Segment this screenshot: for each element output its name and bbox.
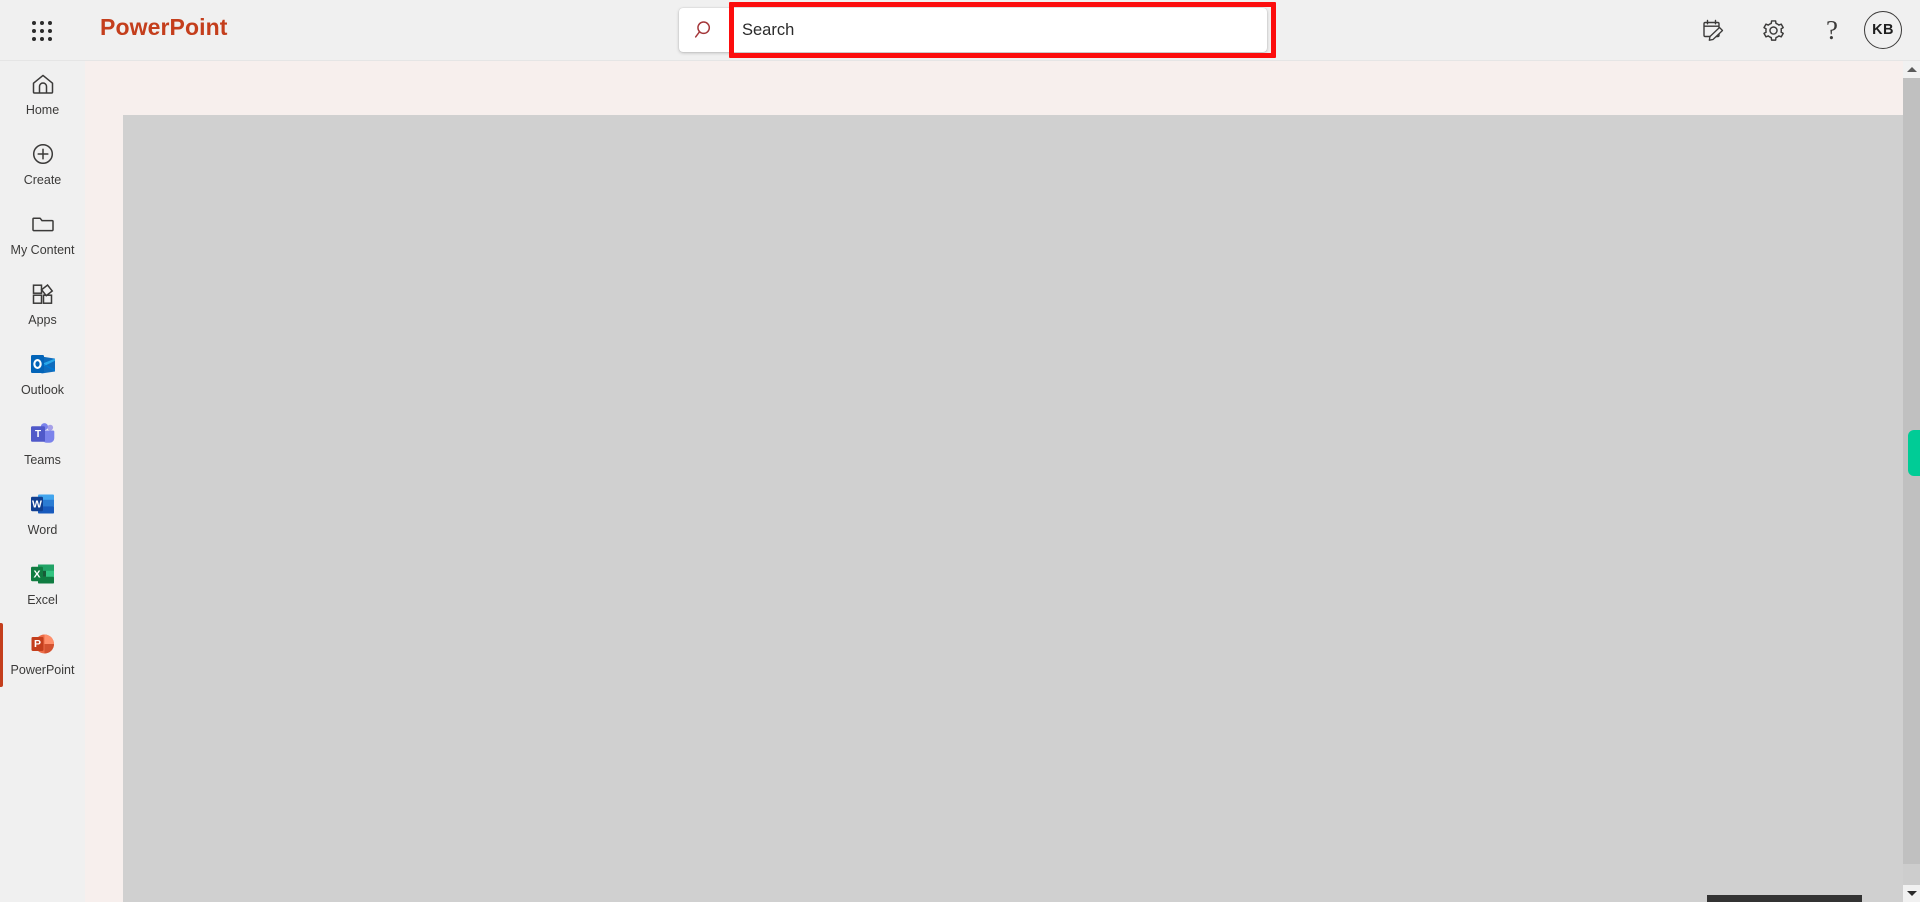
waffle-dot xyxy=(39,20,44,25)
sidebar-item-label: Teams xyxy=(24,453,61,467)
vertical-scrollbar-track[interactable] xyxy=(1903,78,1920,885)
avatar[interactable]: KB xyxy=(1864,11,1902,49)
svg-text:T: T xyxy=(34,429,40,440)
sidebar-item-outlook[interactable]: Outlook xyxy=(0,341,85,411)
svg-text:P: P xyxy=(33,638,40,650)
notes-icon[interactable] xyxy=(1693,10,1733,50)
sidebar-item-label: Home xyxy=(25,103,60,117)
apps-grid-icon xyxy=(30,279,56,309)
scroll-up-arrow[interactable] xyxy=(1903,61,1920,78)
waffle-dot xyxy=(48,20,53,25)
sidebar-item-label: My Content xyxy=(10,243,75,257)
svg-text:X: X xyxy=(33,568,40,580)
sidebar-item-powerpoint[interactable]: P PowerPoint xyxy=(0,621,85,691)
sidebar-item-home[interactable]: Home xyxy=(0,61,85,131)
waffle-dot xyxy=(39,37,44,42)
left-nav-rail: Home Create My Content Apps Outlook T Te… xyxy=(0,61,85,902)
app-header: PowerPoint Search ? KB xyxy=(0,0,1920,61)
excel-icon: X xyxy=(29,559,57,589)
gear-icon[interactable] xyxy=(1753,10,1793,50)
app-title[interactable]: PowerPoint xyxy=(100,14,228,41)
sidebar-item-label: Create xyxy=(23,173,62,187)
waffle-icon[interactable] xyxy=(28,17,56,45)
folder-icon xyxy=(30,209,56,239)
horizontal-scrollbar[interactable] xyxy=(85,893,1903,902)
word-icon: W xyxy=(29,489,57,519)
sidebar-item-label: Excel xyxy=(27,593,58,607)
waffle-dot xyxy=(31,20,36,25)
search-input[interactable] xyxy=(731,9,1267,51)
sidebar-item-label: Word xyxy=(27,523,58,537)
powerpoint-icon: P xyxy=(29,629,57,659)
search-icon[interactable] xyxy=(679,8,731,52)
sidebar-item-teams[interactable]: T Teams xyxy=(0,411,85,481)
powerpoint-web-app: PowerPoint Search ? KB Home Create My Co… xyxy=(0,0,1920,902)
horizontal-scrollbar-thumb[interactable] xyxy=(1707,895,1862,902)
sidebar-item-word[interactable]: W Word xyxy=(0,481,85,551)
svg-text:W: W xyxy=(32,498,42,510)
sidebar-item-create[interactable]: Create xyxy=(0,131,85,201)
teams-icon: T xyxy=(29,419,57,449)
waffle-dot xyxy=(48,37,53,42)
scroll-down-arrow[interactable] xyxy=(1903,885,1920,902)
sidebar-item-label: PowerPoint xyxy=(10,663,75,677)
arrow-up-glyph xyxy=(1906,67,1917,72)
home-icon xyxy=(30,69,56,99)
search-box[interactable] xyxy=(679,8,1267,52)
vertical-scrollbar[interactable] xyxy=(1903,61,1920,902)
outlook-icon xyxy=(29,349,57,379)
arrow-down-glyph xyxy=(1906,891,1917,896)
help-glyph: ? xyxy=(1826,14,1838,45)
waffle-dot xyxy=(31,28,36,33)
waffle-dot xyxy=(48,28,53,33)
plus-circle-icon xyxy=(30,139,56,169)
scroll-position-marker xyxy=(1908,430,1920,476)
sidebar-item-apps[interactable]: Apps xyxy=(0,271,85,341)
content-placeholder-block xyxy=(123,115,1907,902)
main-content-area xyxy=(85,61,1920,902)
sidebar-item-excel[interactable]: X Excel xyxy=(0,551,85,621)
waffle-dot xyxy=(39,28,44,33)
waffle-dot xyxy=(31,37,36,42)
page-background xyxy=(85,61,1907,902)
sidebar-item-label: Apps xyxy=(28,313,57,327)
sidebar-item-label: Outlook xyxy=(20,383,65,397)
help-icon[interactable]: ? xyxy=(1812,10,1852,50)
sidebar-item-my-content[interactable]: My Content xyxy=(0,201,85,271)
